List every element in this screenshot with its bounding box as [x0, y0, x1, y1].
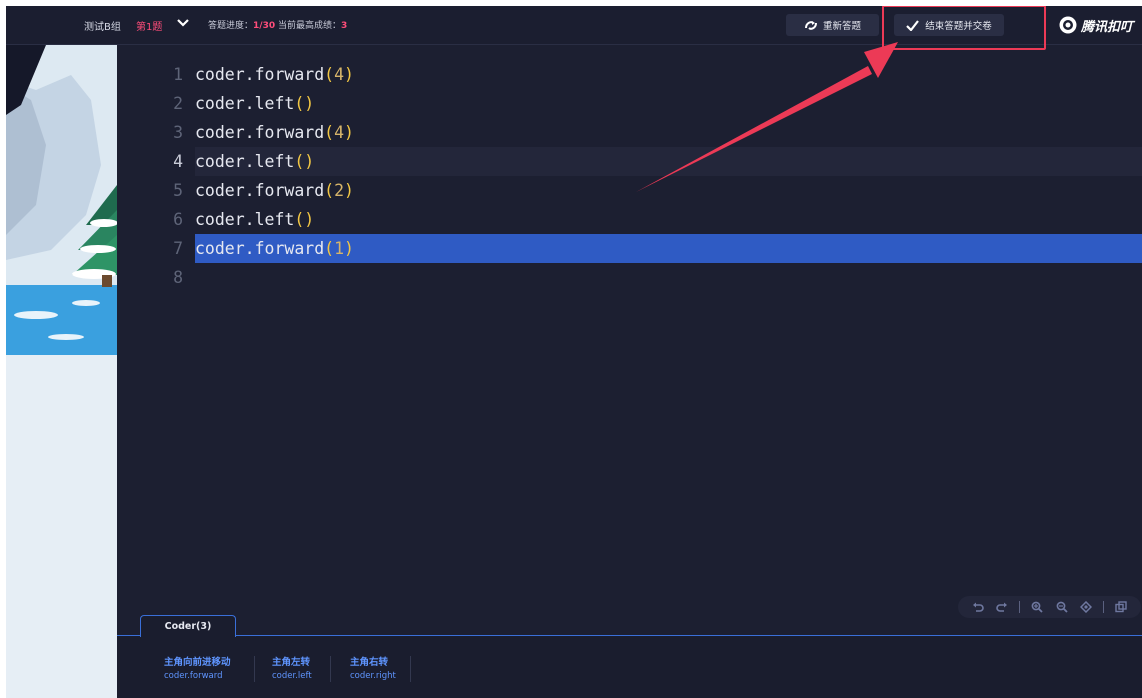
current-line-highlight	[195, 147, 1142, 176]
restart-label: 重新答题	[822, 21, 861, 32]
redo-icon[interactable]	[995, 600, 1009, 614]
command-divider	[254, 656, 255, 682]
refresh-icon	[804, 20, 817, 30]
line-number: 6	[173, 210, 183, 229]
zoom-in-icon[interactable]	[1030, 600, 1044, 614]
best-score-value: 3	[340, 21, 348, 31]
command-panel	[117, 635, 1142, 698]
command-code: coder.left	[272, 671, 312, 681]
command-left[interactable]: 主角左转 coder.left	[272, 654, 312, 681]
copy-icon[interactable]	[1114, 600, 1128, 614]
center-icon[interactable]	[1079, 600, 1093, 614]
game-scene-illustration	[6, 45, 117, 698]
brand-logo: 腾讯扣叮	[1058, 15, 1133, 35]
command-forward[interactable]: 主角向前进移动 coder.forward	[164, 654, 231, 681]
line-number: 8	[173, 268, 183, 287]
zoom-out-icon[interactable]	[1055, 600, 1069, 614]
command-title: 主角向前进移动	[164, 657, 231, 668]
code-text: coder.left()	[195, 152, 315, 171]
line-number: 4	[173, 152, 183, 171]
code-line[interactable]: 1 coder.forward(4)	[117, 60, 1142, 89]
code-line[interactable]: 8	[117, 263, 1142, 292]
code-text: coder.forward(4)	[195, 123, 354, 142]
tab-coder[interactable]: Coder(3)	[140, 615, 236, 637]
line-number: 2	[173, 94, 183, 113]
code-text: coder.left()	[195, 210, 315, 229]
progress-value: 1/30	[253, 21, 276, 31]
progress-label: 答题进度：	[208, 21, 254, 31]
undo-icon[interactable]	[971, 600, 985, 614]
command-code: coder.forward	[164, 671, 223, 681]
code-text: coder.forward(2)	[195, 181, 354, 200]
editor-toolbar	[958, 596, 1141, 618]
command-divider	[330, 656, 331, 682]
code-line[interactable]: 3 coder.forward(4)	[117, 118, 1142, 147]
command-divider	[410, 656, 411, 682]
code-line[interactable]: 2 coder.left()	[117, 89, 1142, 118]
question-selector-label[interactable]: 第1题	[136, 18, 162, 33]
command-code: coder.right	[350, 671, 396, 681]
eye-logo-icon	[1059, 16, 1077, 34]
code-text: coder.forward(1)	[195, 239, 354, 258]
line-number: 5	[173, 181, 183, 200]
restart-button[interactable]: 重新答题	[786, 14, 879, 36]
command-title: 主角左转	[272, 657, 311, 668]
code-line-current[interactable]: 4 coder.left()	[117, 147, 1142, 176]
line-number: 7	[173, 239, 183, 258]
line-number: 3	[173, 123, 183, 142]
toolbar-divider	[1102, 601, 1104, 613]
code-text: coder.forward(4)	[195, 65, 354, 84]
code-line[interactable]: 5 coder.forward(2)	[117, 176, 1142, 205]
command-right[interactable]: 主角右转 coder.right	[350, 654, 396, 681]
chevron-down-icon[interactable]	[176, 16, 190, 30]
command-title: 主角右转	[350, 657, 389, 668]
line-number: 1	[173, 65, 183, 84]
code-line[interactable]: 6 coder.left()	[117, 205, 1142, 234]
code-line-selected[interactable]: 7 coder.forward(1)	[117, 234, 1142, 263]
best-score-label: 当前最高成绩：	[277, 21, 341, 31]
group-label: 测试B组	[84, 22, 121, 33]
annotation-highlight-box	[882, 6, 1046, 50]
game-scene	[6, 45, 117, 698]
progress-text: 答题进度：1/30 当前最高成绩：3	[208, 18, 347, 31]
code-editor[interactable]: 1 coder.forward(4) 2 coder.left() 3 code…	[117, 45, 1142, 615]
app-window: 测试B组 第1题 答题进度：1/30 当前最高成绩：3 重新答题 结束答题并交卷	[6, 6, 1142, 698]
toolbar-divider	[1019, 601, 1021, 613]
brand-name: 腾讯扣叮	[1081, 19, 1134, 35]
code-text: coder.left()	[195, 94, 315, 113]
